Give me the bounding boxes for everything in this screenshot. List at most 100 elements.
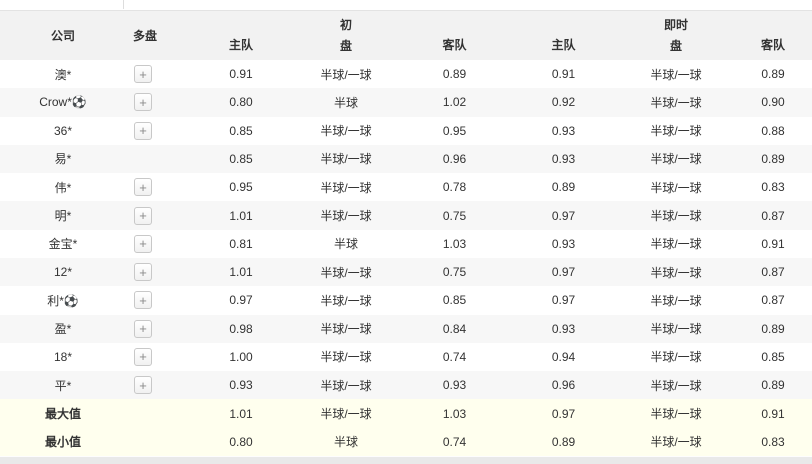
live-home-odds: 0.94 — [551, 349, 576, 364]
live-home-odds: 0.91 — [551, 67, 576, 82]
live-away-odds: 0.91 — [761, 236, 785, 251]
initial-home-odds: 0.85 — [229, 123, 253, 138]
initial-handicap: 半球/一球 — [320, 152, 372, 167]
initial-away-odds: 0.78 — [442, 180, 467, 195]
expand-plus-icon[interactable]: + — [134, 376, 152, 395]
initial-away-odds: 0.95 — [442, 123, 467, 138]
multi-odds-cell — [126, 428, 190, 456]
expand-plus-icon[interactable]: + — [134, 206, 152, 225]
multi-odds-cell: + — [126, 60, 190, 88]
multi-odds-cell: + — [126, 371, 190, 399]
expand-plus-icon[interactable]: + — [134, 347, 152, 366]
initial-away-odds: 0.74 — [442, 434, 467, 449]
initial-away-odds: 1.03 — [442, 406, 467, 421]
expand-plus-icon[interactable]: + — [134, 178, 152, 197]
initial-handicap: 半球 — [333, 237, 358, 252]
initial-handicap: 半球 — [333, 435, 358, 450]
odds-table-body: 澳* + 0.91 半球/一球 0.89 0.91 半球/一球 0.89 Cro… — [0, 60, 812, 456]
initial-handicap: 半球/一球 — [320, 293, 372, 308]
live-away-odds: 0.87 — [761, 265, 785, 280]
initial-home-odds: 0.81 — [229, 236, 253, 251]
company-name: 18* — [53, 349, 73, 364]
multi-odds-cell — [126, 399, 190, 427]
live-away-odds: 0.89 — [761, 151, 785, 166]
column-header-multi-odds: 多盘 — [133, 29, 158, 43]
table-row: 36* + 0.85 半球/一球 0.95 0.93 半球/一球 0.88 — [0, 116, 812, 145]
column-header-live-handicap: 即时 盘 — [618, 11, 734, 60]
company-name: 最大值 — [44, 407, 81, 422]
live-handicap: 半球/一球 — [650, 209, 702, 224]
live-handicap: 半球/一球 — [650, 124, 702, 139]
table-row: 18* + 1.00 半球/一球 0.74 0.94 半球/一球 0.85 — [0, 342, 812, 372]
initial-home-odds: 0.93 — [229, 378, 253, 393]
initial-away-odds: 0.93 — [442, 378, 467, 393]
live-away-odds: 0.90 — [761, 95, 785, 110]
initial-home-odds: 1.01 — [229, 265, 253, 280]
initial-away-odds: 0.96 — [442, 151, 467, 166]
table-row: 澳* + 0.91 半球/一球 0.89 0.91 半球/一球 0.89 — [0, 60, 812, 89]
live-handicap: 半球/一球 — [650, 95, 702, 110]
initial-handicap: 半球/一球 — [320, 124, 372, 139]
initial-handicap: 半球/一球 — [320, 67, 372, 82]
company-name: 36* — [53, 123, 73, 138]
company-name: 澳* — [54, 67, 72, 82]
initial-away-odds: 0.74 — [442, 349, 467, 364]
initial-handicap: 半球 — [333, 95, 358, 110]
live-home-odds: 0.96 — [551, 378, 576, 393]
live-home-odds: 0.93 — [551, 151, 576, 166]
initial-handicap: 半球/一球 — [320, 378, 372, 393]
live-handicap: 半球/一球 — [650, 350, 702, 365]
live-away-odds: 0.83 — [761, 180, 785, 195]
expand-plus-icon[interactable]: + — [134, 291, 152, 310]
column-header-initial-away: 客队 — [442, 38, 467, 52]
table-row: Crow*⚽ + 0.80 半球 1.02 0.92 半球/一球 0.90 — [0, 88, 812, 117]
company-name: 易* — [54, 152, 72, 167]
table-row: 明* + 1.01 半球/一球 0.75 0.97 半球/一球 0.87 — [0, 201, 812, 230]
expand-plus-icon[interactable]: + — [134, 93, 152, 112]
bottom-strip — [0, 456, 812, 464]
multi-odds-cell: + — [126, 201, 190, 229]
live-away-odds: 0.89 — [761, 67, 785, 82]
expand-plus-icon[interactable]: + — [134, 319, 152, 338]
live-home-odds: 0.93 — [551, 321, 576, 336]
live-handicap: 半球/一球 — [650, 407, 702, 422]
multi-odds-cell: + — [126, 258, 190, 286]
live-home-odds: 0.93 — [551, 236, 576, 251]
multi-odds-cell: + — [126, 230, 190, 258]
initial-home-odds: 0.91 — [229, 67, 253, 82]
live-home-odds: 0.92 — [551, 95, 576, 110]
initial-handicap: 半球/一球 — [320, 322, 372, 337]
initial-home-odds: 1.00 — [229, 349, 253, 364]
top-divider — [123, 0, 124, 9]
live-home-odds: 0.89 — [551, 180, 576, 195]
company-name: 明* — [54, 209, 72, 224]
expand-plus-icon[interactable]: + — [134, 263, 152, 282]
column-header-initial-home: 主队 — [228, 38, 253, 52]
initial-away-odds: 1.02 — [442, 95, 467, 110]
initial-handicap: 半球/一球 — [320, 209, 372, 224]
company-name: 平* — [54, 378, 72, 393]
company-name: 盈* — [54, 322, 72, 337]
initial-away-odds: 0.85 — [442, 293, 467, 308]
company-name: 伟* — [54, 180, 72, 195]
expand-plus-icon[interactable]: + — [134, 65, 152, 84]
initial-home-odds: 0.80 — [229, 95, 253, 110]
live-away-odds: 0.83 — [761, 434, 785, 449]
company-name: Crow*⚽ — [39, 95, 87, 110]
company-name: 最小值 — [44, 435, 81, 450]
live-away-odds: 0.89 — [761, 321, 785, 336]
initial-group-label-line1: 初 — [339, 17, 352, 32]
multi-odds-cell: + — [126, 117, 190, 145]
initial-group-label-line2: 盘 — [339, 38, 352, 53]
expand-plus-icon[interactable]: + — [134, 234, 152, 253]
live-away-odds: 0.89 — [761, 378, 785, 393]
multi-odds-cell: + — [126, 88, 190, 116]
live-group-label-line1: 即时 — [663, 17, 688, 32]
top-strip — [0, 0, 812, 10]
table-row: 最小值 0.80 半球 0.74 0.89 半球/一球 0.83 — [0, 427, 812, 456]
initial-away-odds: 0.84 — [442, 321, 467, 336]
live-group-label-line2: 盘 — [669, 38, 682, 53]
live-handicap: 半球/一球 — [650, 293, 702, 308]
live-handicap: 半球/一球 — [650, 152, 702, 167]
expand-plus-icon[interactable]: + — [134, 121, 152, 140]
